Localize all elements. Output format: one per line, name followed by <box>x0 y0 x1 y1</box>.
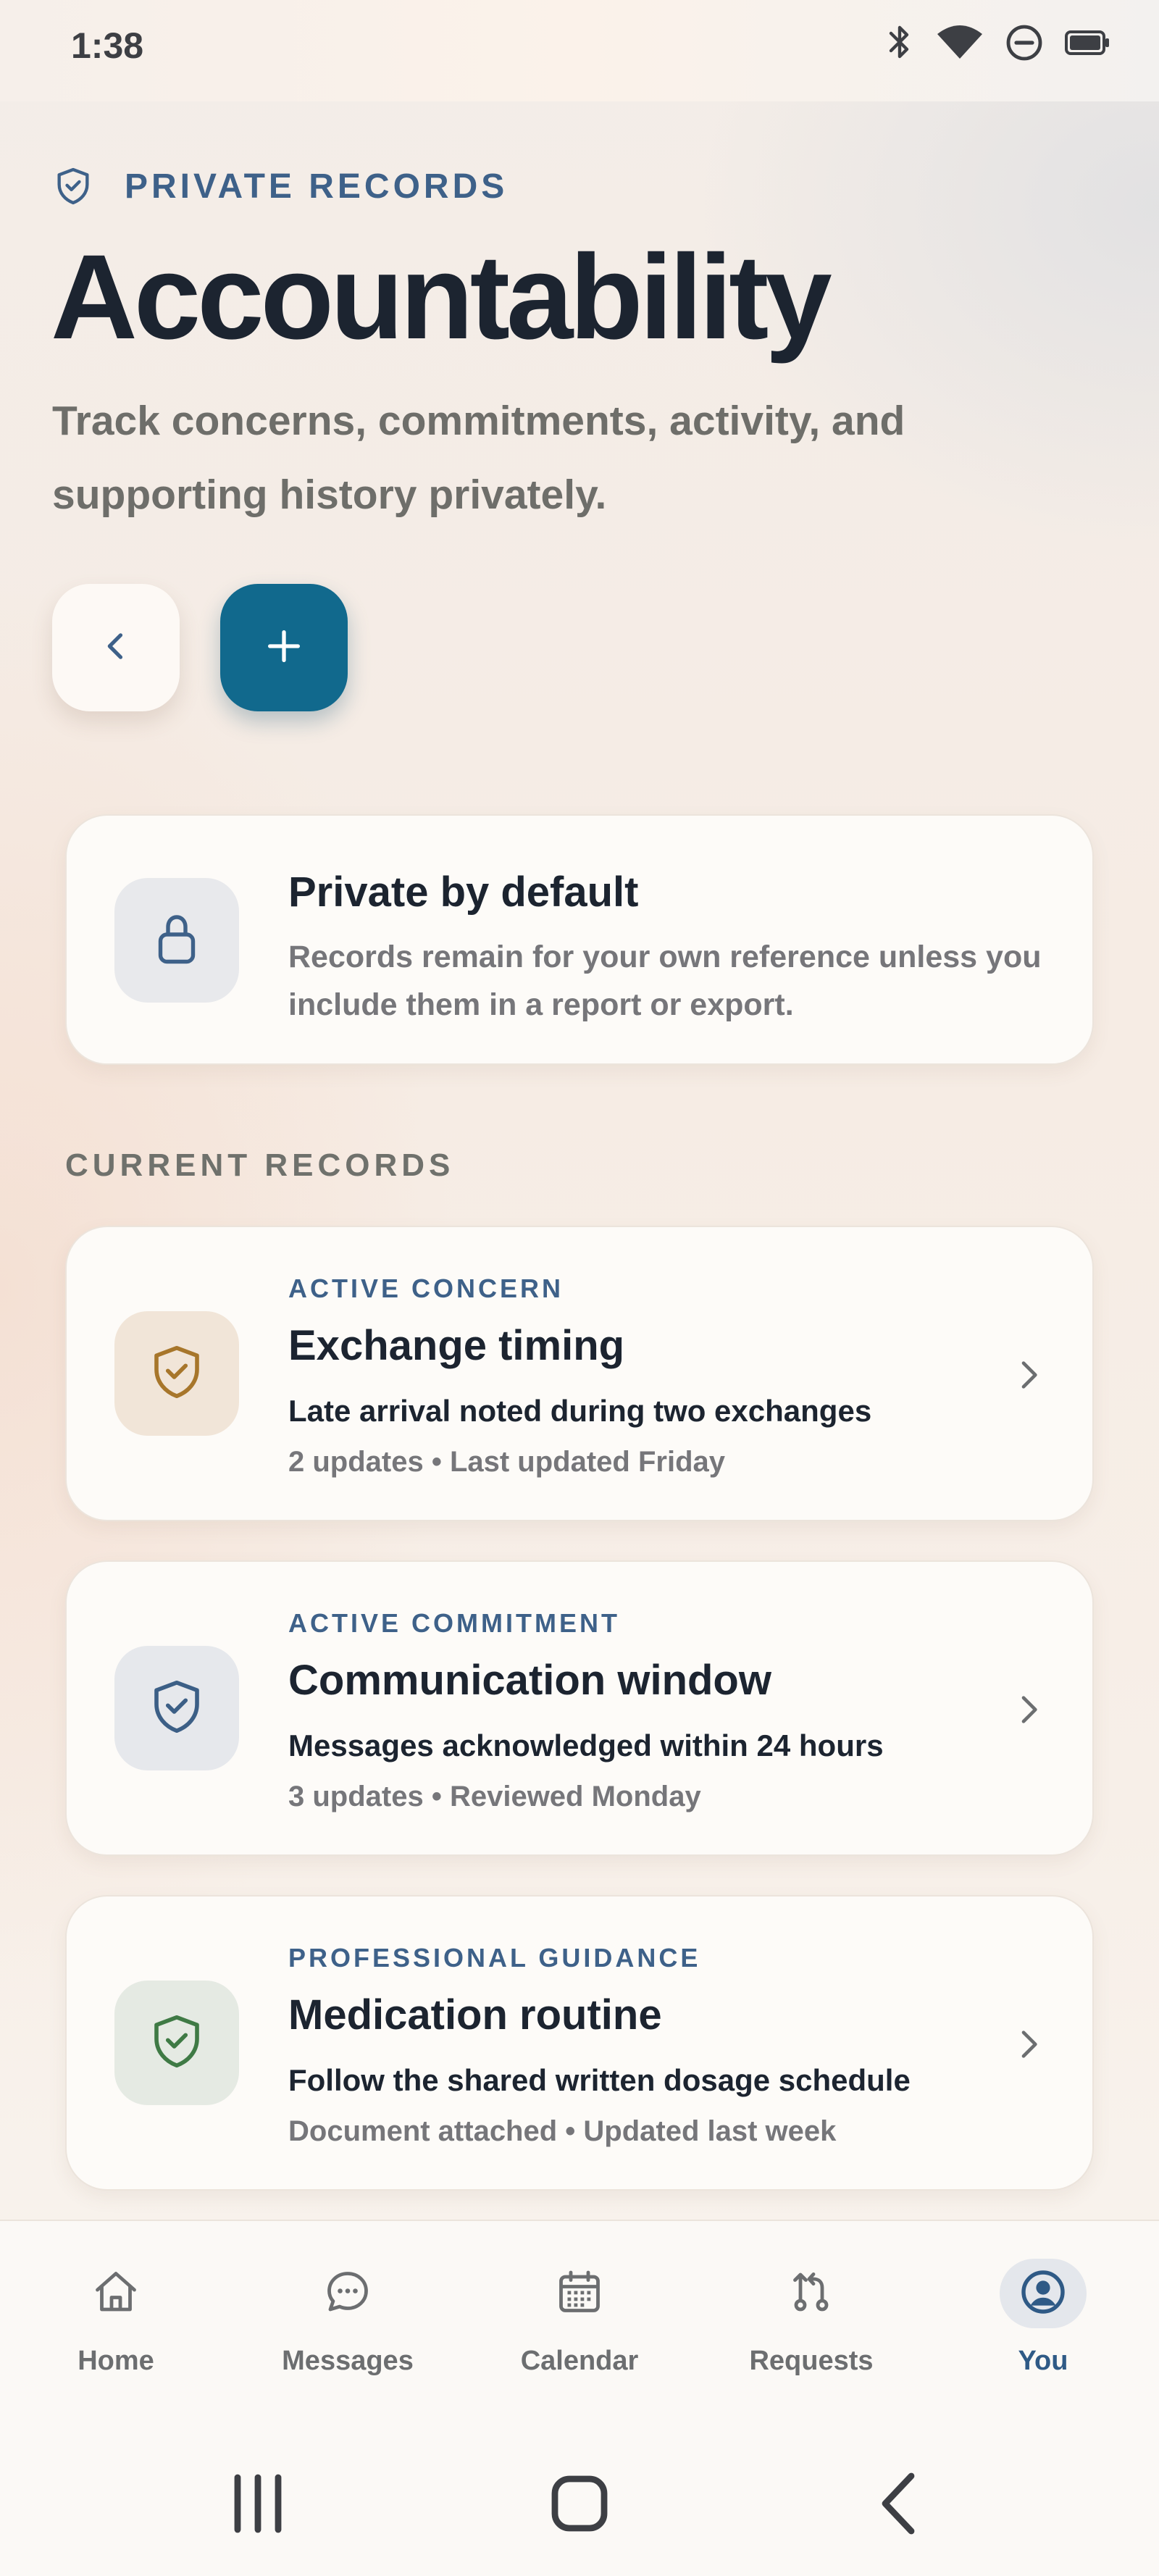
record-description: Late arrival noted during two exchanges <box>288 1394 872 1428</box>
requests-icon <box>785 2266 837 2322</box>
nav-label-home: Home <box>78 2346 154 2376</box>
plus-icon <box>263 625 305 671</box>
lock-icon <box>151 910 203 971</box>
record-type: PROFESSIONAL GUIDANCE <box>288 1943 701 1973</box>
profile-icon <box>1017 2266 1069 2322</box>
eyebrow-label: PRIVATE RECORDS <box>125 167 509 206</box>
nav-label-messages: Messages <box>282 2346 414 2376</box>
nav-item-messages[interactable]: Messages <box>261 2259 435 2404</box>
record-title: Exchange timing <box>288 1322 625 1369</box>
record-type: ACTIVE COMMITMENT <box>288 1608 620 1638</box>
page-subtitle: Track concerns, commitments, activity, a… <box>52 398 905 518</box>
nav-label-calendar: Calendar <box>520 2346 639 2376</box>
section-eyebrow: PRIVATE RECORDS <box>52 165 508 207</box>
shield-icon <box>52 165 94 207</box>
shield-check-icon <box>146 1342 207 1406</box>
record-title: Communication window <box>288 1657 771 1704</box>
chevron-right-icon <box>1008 1355 1049 1395</box>
back-icon <box>859 2463 940 2548</box>
chat-bubble-icon <box>322 2266 374 2322</box>
privacy-icon-tile <box>114 878 239 1003</box>
privacy-body: Records remain for your own reference un… <box>288 940 1042 1022</box>
record-title: Medication routine <box>288 1991 662 2038</box>
privacy-info-card: Private by default Records remain for yo… <box>65 814 1094 1065</box>
home-button-icon <box>539 2463 620 2548</box>
nav-item-requests[interactable]: Requests <box>724 2259 898 2404</box>
record-meta: 3 updates • Reviewed Monday <box>288 1781 701 1812</box>
recent-apps-button[interactable] <box>217 2463 298 2548</box>
do-not-disturb-icon <box>1005 24 1043 62</box>
record-meta: 2 updates • Last updated Friday <box>288 1446 726 1478</box>
record-icon-tile <box>114 1646 239 1770</box>
shield-check-icon <box>146 1676 207 1741</box>
privacy-title: Private by default <box>288 869 639 916</box>
status-time: 1:38 <box>71 25 144 66</box>
wifi-icon <box>936 24 984 62</box>
chevron-left-icon <box>97 627 135 669</box>
battery-icon <box>1065 30 1111 56</box>
record-card-medication-routine[interactable]: PROFESSIONAL GUIDANCE Medication routine… <box>65 1895 1094 2191</box>
record-description: Follow the shared written dosage schedul… <box>288 2063 911 2097</box>
record-icon-tile <box>114 1311 239 1436</box>
record-description: Messages acknowledged within 24 hours <box>288 1728 884 1762</box>
recent-apps-icon <box>217 2463 298 2548</box>
bluetooth-icon <box>885 22 914 64</box>
page-title: Accountability <box>51 230 832 364</box>
record-type: ACTIVE CONCERN <box>288 1274 564 1303</box>
calendar-icon <box>553 2266 606 2322</box>
system-back-button[interactable] <box>859 2463 940 2548</box>
nav-label-requests: Requests <box>749 2346 874 2376</box>
nav-label-you: You <box>1018 2346 1068 2376</box>
shield-check-icon <box>146 2011 207 2075</box>
chevron-right-icon <box>1008 1689 1049 1730</box>
back-button[interactable] <box>52 584 180 711</box>
record-card-exchange-timing[interactable]: ACTIVE CONCERN Exchange timing Late arri… <box>65 1226 1094 1521</box>
add-record-button[interactable] <box>220 584 348 711</box>
system-navigation-bar <box>0 2449 1159 2564</box>
nav-item-home[interactable]: Home <box>29 2259 203 2404</box>
home-icon <box>90 2266 142 2322</box>
nav-item-calendar[interactable]: Calendar <box>493 2259 666 2404</box>
status-icons <box>885 22 1111 64</box>
status-bar: 1:38 <box>0 0 1159 101</box>
section-label: CURRENT RECORDS <box>65 1147 455 1183</box>
nav-item-you[interactable]: You <box>956 2259 1130 2404</box>
record-meta: Document attached • Updated last week <box>288 2115 837 2147</box>
chevron-right-icon <box>1008 2024 1049 2065</box>
record-icon-tile <box>114 1981 239 2105</box>
record-card-communication-window[interactable]: ACTIVE COMMITMENT Communication window M… <box>65 1560 1094 1856</box>
home-button[interactable] <box>539 2463 620 2548</box>
